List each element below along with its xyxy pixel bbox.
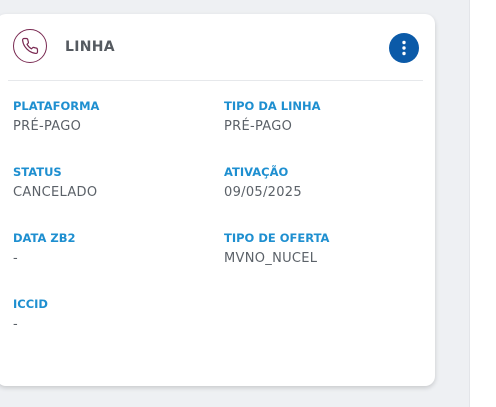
field-tipo-oferta: TIPO DE OFERTA MVNO_NUCEL — [224, 231, 329, 267]
field-label: PLATAFORMA — [13, 99, 100, 113]
field-value: PRÉ-PAGO — [224, 119, 293, 134]
card-header: LINHA — [0, 14, 435, 81]
field-label: STATUS — [13, 165, 62, 179]
field-value: - — [13, 251, 18, 266]
field-tipo-linha: TIPO DA LINHA PRÉ-PAGO — [224, 99, 321, 135]
more-options-button[interactable] — [389, 33, 419, 63]
right-side-panel — [469, 0, 496, 407]
phone-icon — [13, 29, 47, 63]
field-label: ATIVAÇÃO — [224, 165, 289, 179]
field-value: CANCELADO — [13, 185, 98, 200]
field-status: STATUS CANCELADO — [13, 165, 97, 201]
field-data-zb2: DATA ZB2 - — [13, 231, 76, 267]
field-value: 09/05/2025 — [224, 185, 302, 200]
more-vertical-icon — [402, 40, 406, 56]
field-value: PRÉ-PAGO — [13, 119, 82, 134]
field-value: - — [13, 317, 18, 332]
field-label: ICCID — [13, 297, 48, 311]
field-value: MVNO_NUCEL — [224, 251, 318, 266]
card-title: LINHA — [65, 39, 115, 55]
field-label: TIPO DE OFERTA — [224, 231, 330, 245]
field-iccid: ICCID - — [13, 297, 48, 333]
field-label: TIPO DA LINHA — [224, 99, 321, 113]
header-divider — [8, 80, 423, 81]
linha-card: LINHA PLATAFORMA PRÉ-PAGO TIPO DA LINHA … — [0, 14, 435, 386]
field-ativacao: ATIVAÇÃO 09/05/2025 — [224, 165, 302, 201]
field-plataforma: PLATAFORMA PRÉ-PAGO — [13, 99, 99, 135]
field-label: DATA ZB2 — [13, 231, 76, 245]
